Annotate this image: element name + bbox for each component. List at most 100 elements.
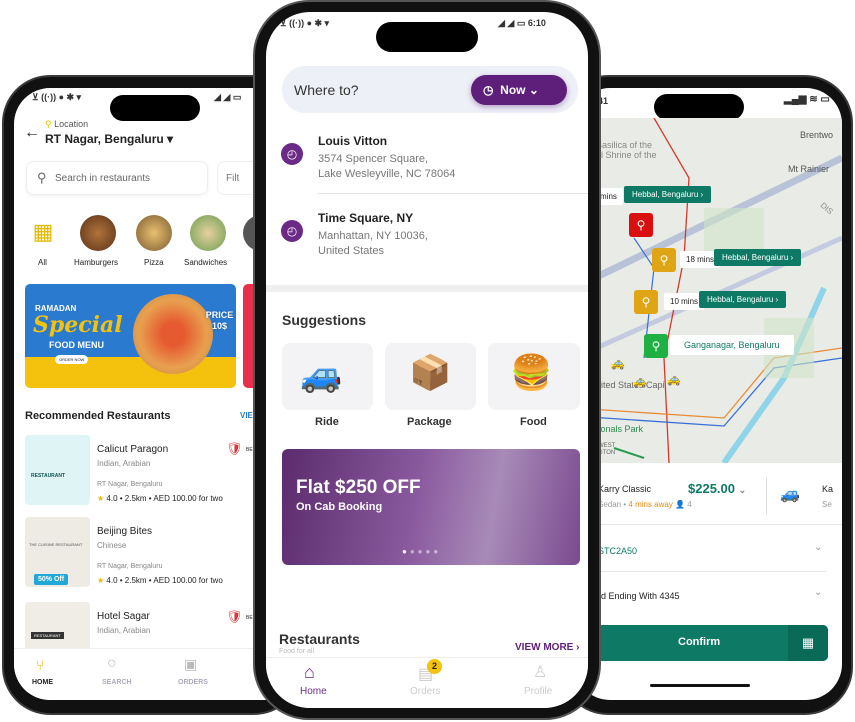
star-icon: ★ xyxy=(97,576,105,585)
category-hamburgers[interactable]: Hamburgers xyxy=(74,258,118,267)
location-pin-icon[interactable]: ⚲ xyxy=(629,213,653,237)
rating: 4.0 xyxy=(106,576,118,585)
nav-profile[interactable]: Profile xyxy=(524,686,552,697)
car-image[interactable]: 🚙 xyxy=(780,484,800,504)
category-sandwiches[interactable]: Sandwiches xyxy=(184,258,227,267)
signal-wifi-battery-icons: ▂▄▆ ≋ ▭ xyxy=(784,94,830,105)
divider xyxy=(766,478,767,514)
destination-label[interactable]: Ganganagar, Bengaluru xyxy=(670,335,794,355)
best-badge: BE xyxy=(246,447,253,453)
confirm-button[interactable]: Confirm ▦ xyxy=(588,625,828,661)
location-pin-icon[interactable]: ⚲ xyxy=(652,248,676,272)
location-value: RT Nagar, Bengaluru xyxy=(45,132,164,146)
clock-icon: ◴ xyxy=(281,143,303,165)
map-label: nited States Capi xyxy=(596,380,665,390)
orders-badge: 2 xyxy=(427,659,442,674)
home-indicator xyxy=(650,684,750,687)
category-all[interactable]: All xyxy=(38,258,47,267)
verified-shield-icon: 🛡 xyxy=(226,609,243,624)
vehicle-name: Karry Classic xyxy=(598,484,652,494)
restaurant-cuisine: Chinese xyxy=(97,541,127,550)
location-pin-icon[interactable]: ⚲ xyxy=(644,334,668,358)
order-now-button[interactable]: ORDER NOW xyxy=(55,355,89,364)
place-address-line2: Lake Wesleyville, NC 78064 xyxy=(318,168,456,180)
stop-pill[interactable]: Hebbal, Bengaluru › xyxy=(714,249,802,266)
restaurant-meta: ★ 4.0 • 2.5km • AED 100.00 for two xyxy=(97,576,223,585)
pin-icon: ⚲ xyxy=(45,119,52,129)
vehicle2-name: Ka xyxy=(822,484,834,494)
promo-code-select[interactable]: STC2A50 ⌄ xyxy=(574,536,836,566)
hamburger-image[interactable] xyxy=(80,215,116,251)
pizza-image[interactable] xyxy=(136,215,172,251)
orders-icon[interactable]: ▣ xyxy=(184,656,197,673)
search-input[interactable]: ⚲ Search in restaurants xyxy=(26,161,208,195)
restaurant-meta: ★ 4.0 • 2.5km • AED 100.00 for two xyxy=(97,494,223,503)
sandwich-image[interactable] xyxy=(190,215,226,251)
verified-shield-icon: 🛡 xyxy=(226,441,243,456)
category-pizza[interactable]: Pizza xyxy=(144,258,164,267)
view-more-label: VIEW MORE xyxy=(515,642,574,653)
chevron-down-icon: ⌄ xyxy=(814,587,823,598)
restaurants-subtitle: Food for all xyxy=(279,648,315,655)
promo-banner[interactable]: Flat $250 OFF On Cab Booking ●●●●● xyxy=(282,449,580,565)
vehicle-meta: Sedan • 4 mins away 👤 4 xyxy=(598,500,692,509)
signal-battery-icons: ◢ ◢ ▭ xyxy=(214,92,242,102)
rating: 4.0 xyxy=(106,494,118,503)
now-button[interactable]: ◷ Now ⌄ xyxy=(471,75,567,105)
vehicle-price[interactable]: $225.00 ⌄ xyxy=(688,481,746,496)
nav-home[interactable]: HOME xyxy=(32,679,53,686)
payment-method: rd Ending With 4345 xyxy=(598,591,680,601)
view-more-link[interactable]: VIEW MORE › xyxy=(515,642,579,653)
place-title: Louis Vitton xyxy=(318,134,388,148)
stop-name: Hebbal, Bengaluru xyxy=(707,295,774,304)
location-label: ⚲ Location xyxy=(45,119,88,130)
vehicle-seats: 4 xyxy=(687,500,692,509)
restaurant-logo: RESTAURANT xyxy=(25,435,90,505)
chevron-down-icon: ⌄ xyxy=(814,542,823,553)
stop-pill[interactable]: Hebbal, Bengaluru › xyxy=(624,186,712,203)
grid-icon[interactable]: ▦ xyxy=(29,218,57,246)
nav-search[interactable]: SEARCH xyxy=(102,679,132,686)
restaurant-name: Beijing Bites xyxy=(97,526,153,537)
nav-home[interactable]: Home xyxy=(300,686,327,697)
ramadan-banner[interactable]: RAMADAN Special FOOD MENU ORDER NOW PRIC… xyxy=(25,284,236,388)
suggestion-package[interactable]: 📦 xyxy=(385,343,476,410)
carousel-dots[interactable]: ●●●●● xyxy=(402,547,441,556)
suggestion-ride[interactable]: 🚙 xyxy=(282,343,373,410)
ride-app-screen: ⊻ ((·)) ● ✱ ▾ ◢ ◢ ▭ 6:10 Where to? ◷ Now… xyxy=(266,12,588,708)
location-label-text: Location xyxy=(54,119,89,129)
vehicle2-type: Se xyxy=(822,500,832,509)
back-arrow-icon[interactable]: ← xyxy=(24,124,40,142)
suggestion-label: Ride xyxy=(315,416,339,428)
clock-icon: ◴ xyxy=(281,220,303,242)
nav-orders[interactable]: Orders xyxy=(410,686,441,697)
map-label: tionals Park xyxy=(596,424,644,434)
stop-pill[interactable]: Hebbal, Bengaluru › xyxy=(699,291,787,308)
restaurant-name: Calicut Paragon xyxy=(97,444,169,455)
search-icon[interactable]: ○ xyxy=(107,655,117,673)
logo-text: RESTAURANT xyxy=(31,632,64,639)
calendar-icon[interactable]: ▦ xyxy=(788,625,828,661)
nav-orders[interactable]: ORDERS xyxy=(178,679,208,686)
home-icon[interactable]: ⑂ xyxy=(36,657,44,673)
location-pin-icon[interactable]: ⚲ xyxy=(634,290,658,314)
payment-select[interactable]: rd Ending With 4345 ⌄ xyxy=(574,583,836,613)
suggestion-food[interactable]: 🍔 xyxy=(488,343,580,410)
map-app-screen: 41 ▂▄▆ ≋ ▭ Basilica of the al Shrine of … xyxy=(574,88,842,700)
place-title: Time Square, NY xyxy=(318,211,414,225)
banner-price: PRICE 10$ xyxy=(205,310,234,331)
divider xyxy=(574,524,842,525)
status-icons: ⊻ ((·)) ● ✱ ▾ xyxy=(32,92,82,102)
map-label: al Shrine of the xyxy=(596,150,657,160)
car-icon: 🚕 xyxy=(666,372,681,386)
store-icon[interactable]: ⌂ xyxy=(304,662,315,683)
place-address-line2: United States xyxy=(318,245,385,257)
restaurants-title: Restaurants xyxy=(279,631,360,647)
map[interactable]: Basilica of the al Shrine of the Brentwo… xyxy=(574,118,842,463)
location-selector[interactable]: RT Nagar, Bengaluru ▾ xyxy=(45,132,173,146)
profile-icon[interactable]: ♙ xyxy=(533,662,547,682)
promo-title: Flat $250 OFF xyxy=(296,477,421,498)
dynamic-island xyxy=(376,22,478,52)
where-to-input[interactable]: Where to? ◷ Now ⌄ xyxy=(282,66,578,113)
view-all-link[interactable]: VIE xyxy=(240,411,253,420)
